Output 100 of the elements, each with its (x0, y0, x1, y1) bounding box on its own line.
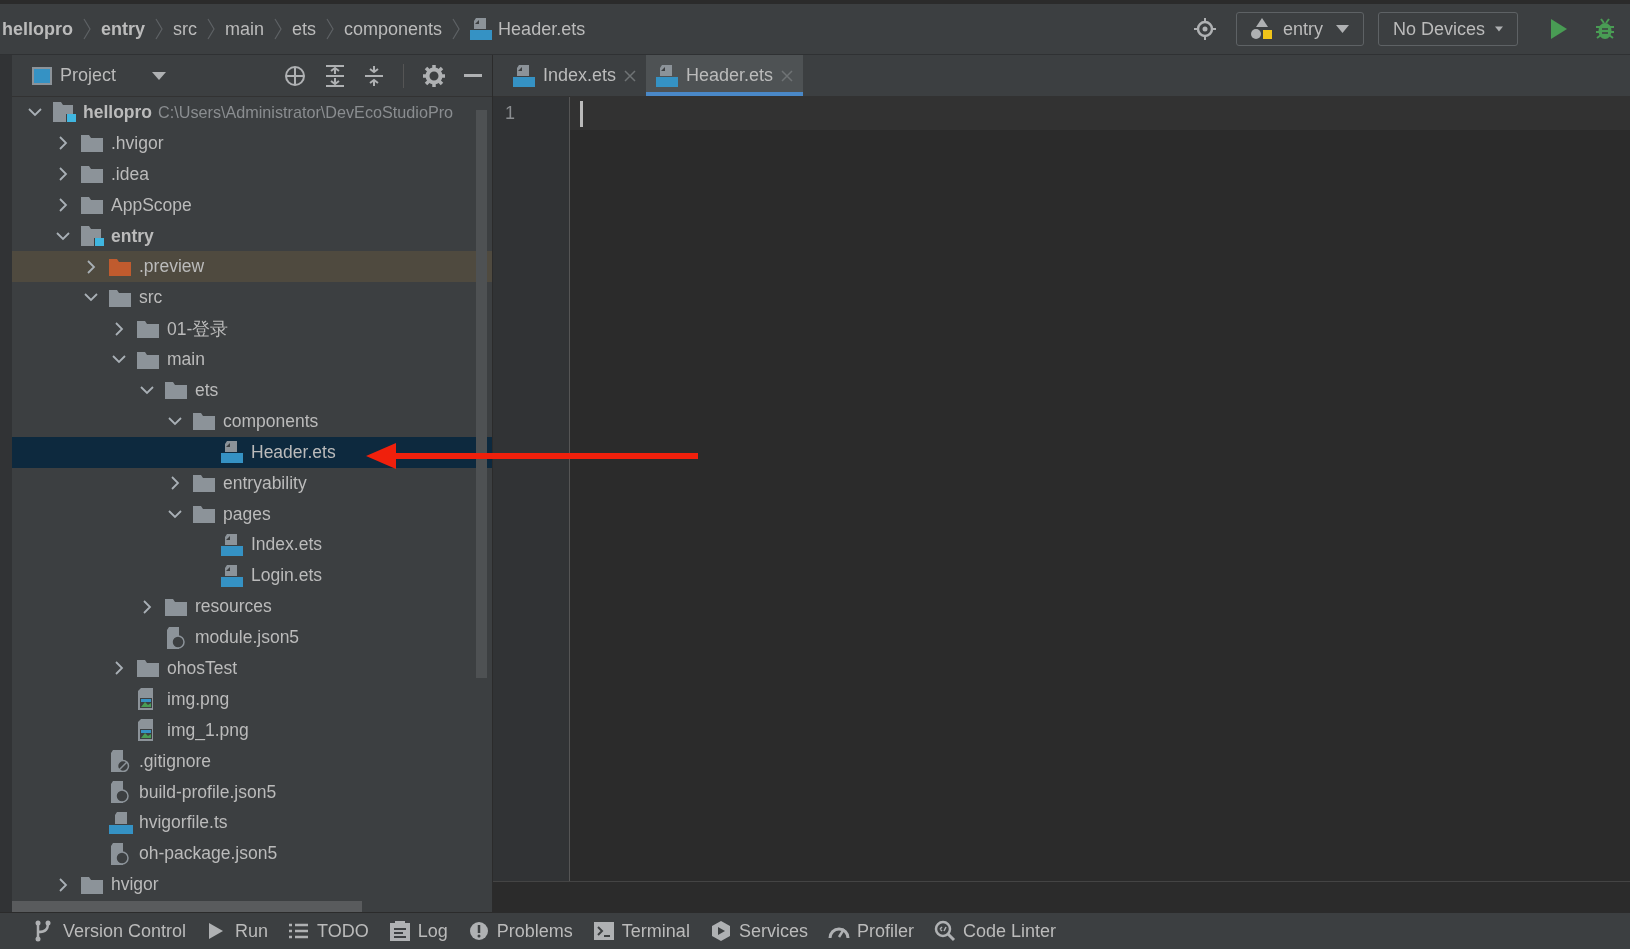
tree-item[interactable]: img.png (12, 683, 492, 715)
breadcrumb-item[interactable]: main (225, 18, 265, 40)
chevron-right-icon[interactable] (170, 476, 180, 491)
tree-item[interactable]: src (12, 282, 492, 314)
chevron-right-icon[interactable] (58, 877, 68, 892)
tree-item[interactable]: Index.ets (12, 529, 492, 561)
tree-item[interactable]: img_1.png (12, 714, 492, 746)
tool-window-button[interactable]: Services (705, 913, 812, 949)
tree-item[interactable]: module.json5 (12, 622, 492, 654)
file-icon (656, 64, 679, 87)
folder-icon (81, 134, 103, 153)
module-folder-icon (81, 226, 105, 246)
breadcrumb-item[interactable]: entry (101, 18, 145, 40)
tool-window-button[interactable]: Profiler (823, 913, 918, 949)
scrollbar[interactable] (12, 901, 362, 912)
breadcrumb-item[interactable]: ets (292, 18, 317, 40)
editor-tab[interactable]: Header.ets (646, 55, 804, 96)
minimize-icon[interactable] (464, 73, 482, 78)
run-config-dropdown[interactable]: entry (1236, 12, 1364, 46)
tree-item[interactable]: 01-登录 (12, 313, 492, 345)
tool-window-button[interactable]: Run (202, 913, 273, 949)
crosshair-icon[interactable] (284, 64, 306, 87)
chevron-down-icon[interactable] (84, 293, 98, 303)
chevron-right-icon[interactable] (58, 167, 68, 182)
tool-window-button[interactable]: Code Linter (929, 913, 1060, 949)
folder-icon (81, 875, 103, 894)
file-icon (221, 533, 243, 556)
tool-window-button[interactable]: Log (384, 913, 452, 949)
chevron-right-icon[interactable] (58, 136, 68, 151)
tool-window-button[interactable]: Terminal (588, 913, 694, 949)
tree-item[interactable]: resources (12, 591, 492, 623)
expand-all-icon[interactable] (325, 64, 345, 87)
text-cursor (580, 100, 583, 127)
file-icon (165, 626, 187, 649)
folder-icon (137, 350, 159, 369)
chevron-down-icon[interactable] (112, 355, 126, 365)
folder-icon (81, 165, 103, 184)
folder-icon (165, 597, 187, 616)
tool-window-button[interactable]: TODO (284, 913, 373, 949)
tree-item[interactable]: .gitignore (12, 745, 492, 777)
tree-item[interactable]: AppScope (12, 189, 492, 221)
settings-icon[interactable] (423, 64, 445, 87)
bug-icon[interactable] (1594, 18, 1616, 40)
chevron-right-icon[interactable] (86, 259, 96, 274)
caret-icon (1495, 25, 1503, 33)
image-file-icon (137, 688, 155, 711)
folder-icon (193, 412, 215, 431)
folder-icon (109, 257, 131, 276)
breadcrumb-item[interactable]: hellopro (2, 18, 73, 40)
file-icon (470, 18, 493, 40)
chevron-right-icon[interactable] (114, 321, 124, 336)
tree-item[interactable]: pages (12, 498, 492, 530)
chevron-down-icon[interactable] (168, 509, 182, 519)
chevron-down-icon[interactable] (28, 107, 42, 117)
collapse-all-icon[interactable] (364, 64, 384, 87)
tree-item[interactable]: build-profile.json5 (12, 776, 492, 808)
breadcrumb-item[interactable]: components (344, 18, 443, 40)
tree-item[interactable]: ets (12, 375, 492, 406)
chevron-down-icon[interactable] (56, 231, 70, 241)
separator-icon (83, 18, 91, 40)
folder-icon (109, 288, 131, 307)
separator-icon (155, 18, 163, 40)
tree-item[interactable]: hvigorfile.ts (12, 807, 492, 839)
tool-window-button[interactable]: Problems (463, 913, 577, 949)
tree-item[interactable]: .hvigor (12, 127, 492, 159)
chevron-down-icon[interactable] (140, 385, 154, 395)
tree-item[interactable]: hellopro C:\Users\Administrator\DevEcoStudioPro (12, 97, 492, 128)
tree-item[interactable]: components (12, 405, 492, 437)
module-folder-icon (53, 102, 77, 123)
tree-item[interactable]: entry (12, 220, 492, 252)
tree-item[interactable]: entryability (12, 467, 492, 499)
chevron-down-icon[interactable] (168, 416, 182, 426)
file-icon (109, 842, 131, 865)
project-view-dropdown[interactable]: Project (32, 65, 167, 86)
tree-item[interactable]: oh-package.json5 (12, 838, 492, 870)
chevron-right-icon[interactable] (114, 661, 124, 676)
breadcrumb-item[interactable]: src (173, 18, 197, 40)
hexagon-play-icon (709, 920, 732, 942)
scrollbar[interactable] (476, 110, 487, 678)
separator-icon (274, 18, 283, 40)
chevron-right-icon[interactable] (58, 198, 68, 213)
run-icon[interactable] (1550, 19, 1568, 39)
separator-icon (207, 18, 215, 40)
tree-item[interactable]: Login.ets (12, 560, 492, 592)
chevron-right-icon[interactable] (142, 599, 152, 614)
tree-item[interactable]: hvigor (12, 869, 492, 901)
caret-icon (1336, 25, 1349, 33)
target-icon[interactable] (1194, 18, 1216, 40)
tree-item[interactable]: ohosTest (12, 653, 492, 684)
file-icon (109, 781, 131, 804)
editor-tab[interactable]: Index.ets (503, 55, 647, 96)
tool-window-button[interactable]: Version Control (30, 913, 191, 949)
folder-icon (193, 505, 215, 523)
tree-item[interactable]: main (12, 344, 492, 375)
device-dropdown[interactable]: No Devices (1378, 12, 1518, 46)
shapes-icon (1251, 18, 1273, 40)
breadcrumb-item[interactable]: Header.ets (470, 18, 586, 40)
tree-item[interactable]: .idea (12, 158, 492, 190)
tree-item[interactable]: Header.ets (12, 436, 492, 468)
tree-item[interactable]: .preview (12, 251, 492, 283)
